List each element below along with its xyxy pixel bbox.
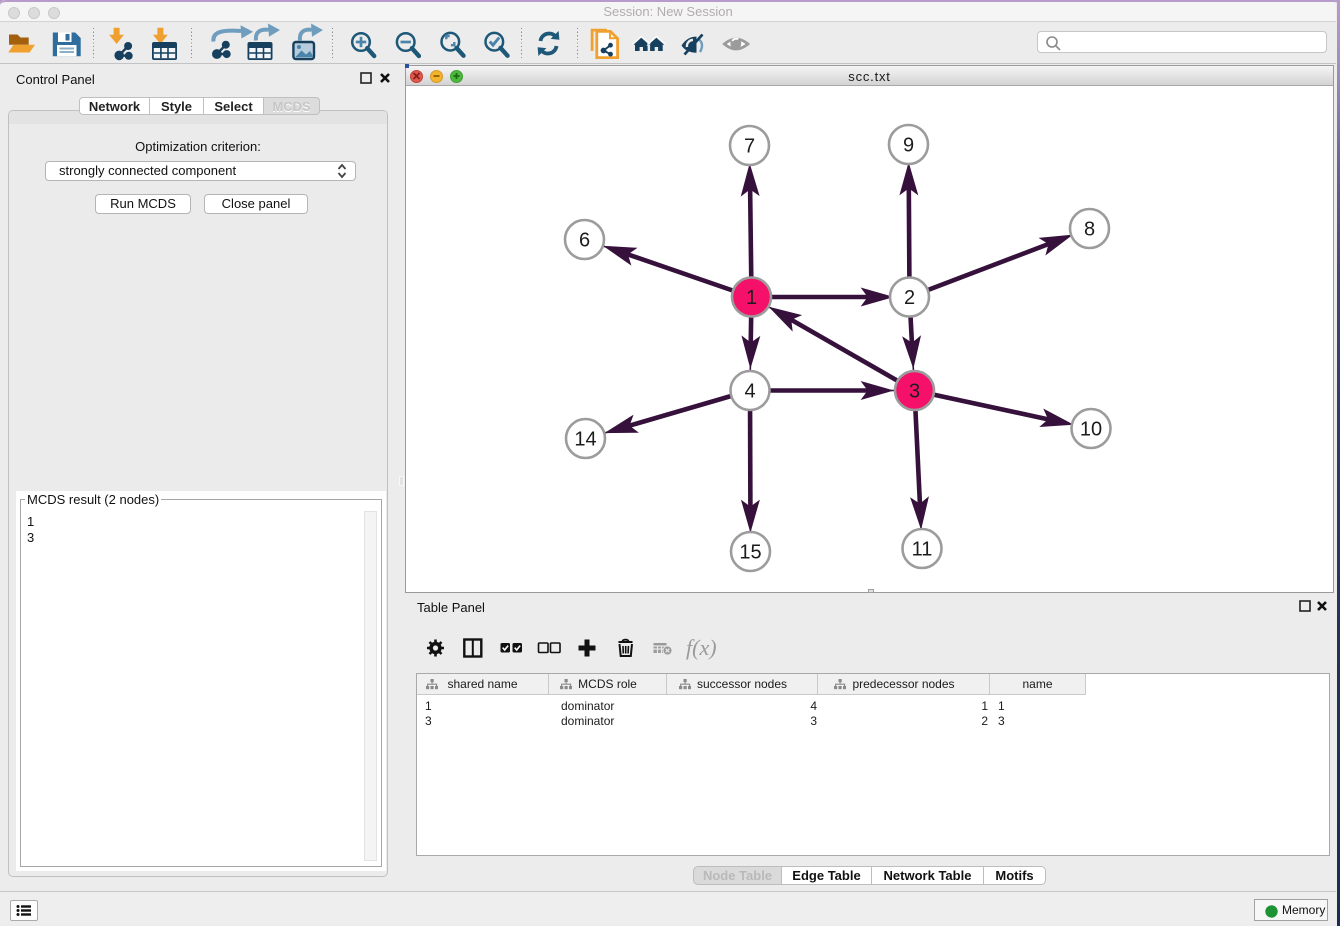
svg-text:9: 9 <box>903 135 914 157</box>
svg-text:1: 1 <box>746 287 757 309</box>
svg-text:14: 14 <box>574 429 596 451</box>
svg-text:6: 6 <box>579 230 590 252</box>
svg-text:7: 7 <box>744 136 755 158</box>
svg-text:4: 4 <box>744 381 755 403</box>
svg-text:2: 2 <box>904 287 915 309</box>
svg-text:8: 8 <box>1084 219 1095 241</box>
svg-text:f(x): f(x) <box>686 635 717 660</box>
svg-text:3: 3 <box>909 381 920 403</box>
svg-text:10: 10 <box>1080 419 1102 441</box>
svg-text:15: 15 <box>739 542 761 564</box>
svg-text:11: 11 <box>912 539 933 561</box>
